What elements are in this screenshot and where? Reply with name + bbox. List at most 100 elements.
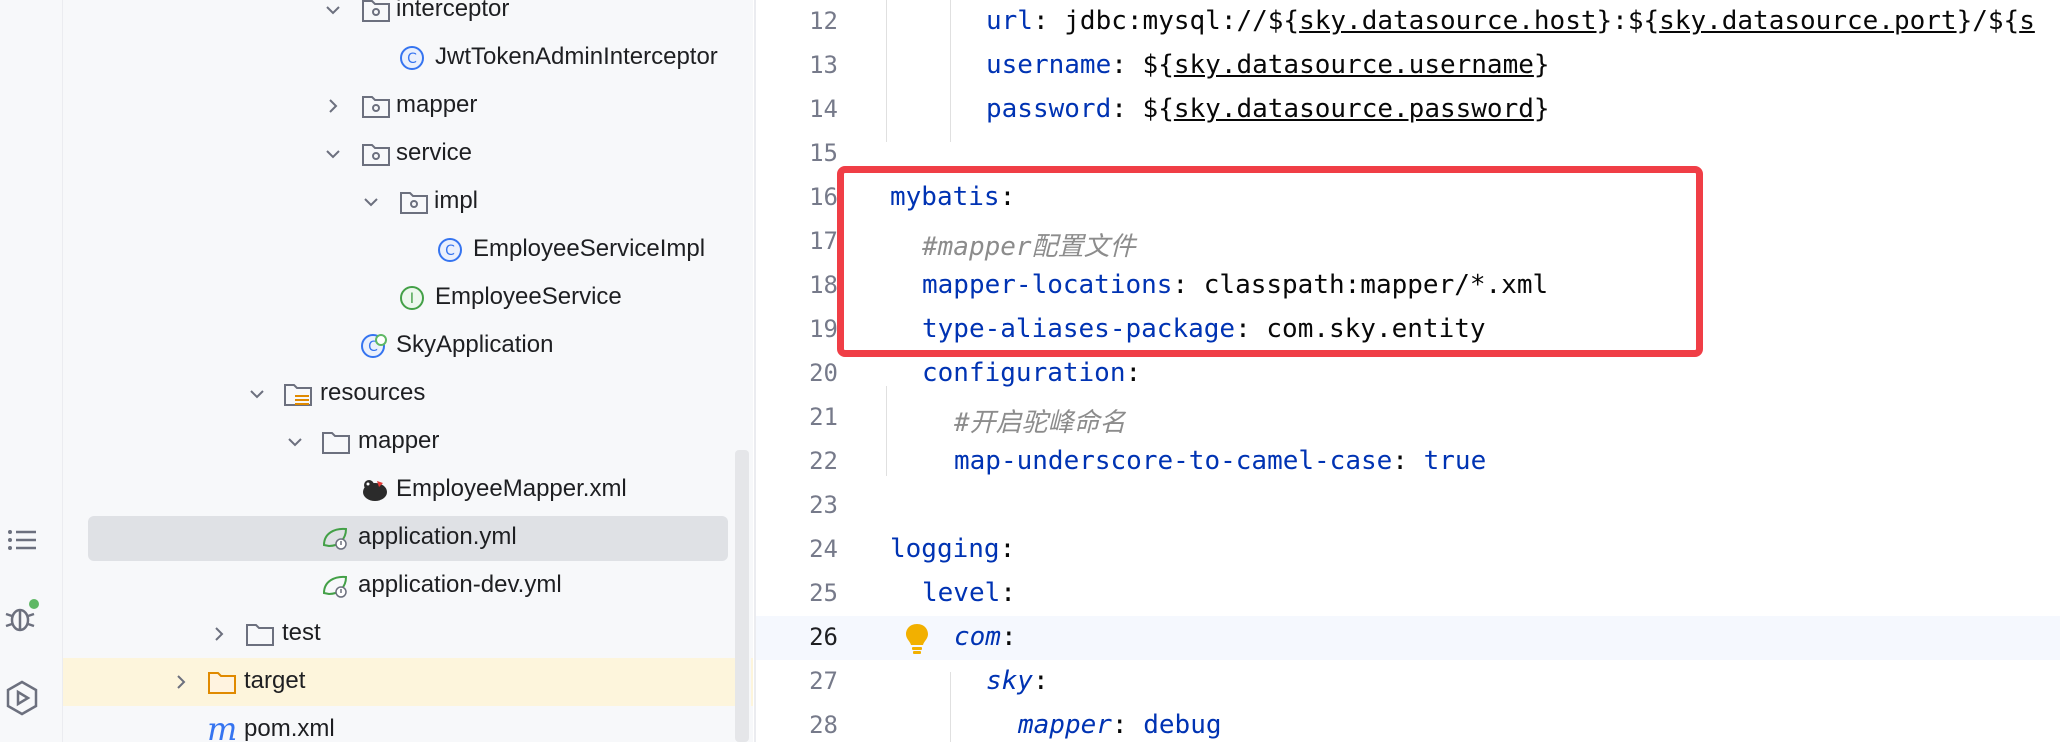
code-editor[interactable]: 12 url: jdbc:mysql://${sky.datasource.ho…: [756, 0, 2060, 742]
chevron-down-icon[interactable]: [361, 192, 381, 212]
tree-item-resources[interactable]: resources: [63, 370, 753, 418]
services-icon[interactable]: [2, 678, 42, 718]
tree-item-label: target: [244, 667, 306, 694]
yaml-key: mapper: [1018, 710, 1112, 740]
code-text: }: [1533, 94, 1550, 124]
chevron-down-icon[interactable]: [323, 0, 343, 20]
line-number: 20: [809, 359, 838, 387]
code-line-24[interactable]: 24 logging:: [756, 528, 2060, 572]
yaml-colon: :: [1111, 710, 1144, 740]
tree-item-employeeserviceimpl[interactable]: C EmployeeServiceImpl: [63, 226, 753, 274]
yaml-colon: :: [1111, 94, 1143, 124]
property-reference[interactable]: sky.datasource.port: [1659, 6, 1956, 36]
yaml-key: com: [954, 622, 1001, 652]
code-text: ${: [1142, 50, 1174, 80]
tree-item-mapper-package[interactable]: mapper: [63, 82, 753, 130]
line-number: 26: [809, 623, 838, 651]
code-line-25[interactable]: 25 level:: [756, 572, 2060, 616]
tree-item-skyapplication[interactable]: C SkyApplication: [63, 322, 753, 370]
svg-text:I: I: [410, 291, 414, 307]
yaml-colon: :: [1392, 446, 1424, 476]
tree-item-application-dev-yml[interactable]: application-dev.yml: [63, 562, 753, 610]
code-line-14[interactable]: 14 password: ${sky.datasource.password}: [756, 88, 2060, 132]
code-line-13[interactable]: 13 username: ${sky.datasource.username}: [756, 44, 2060, 88]
property-reference[interactable]: s: [2019, 6, 2035, 36]
yaml-value: debug: [1143, 710, 1222, 740]
tree-item-mapper-folder[interactable]: mapper: [63, 418, 753, 466]
yaml-colon: :: [1125, 358, 1142, 388]
spring-yml-icon: [322, 527, 348, 550]
line-number: 25: [809, 579, 838, 607]
tree-item-label: EmployeeService: [435, 283, 622, 310]
tree-item-test[interactable]: test: [63, 610, 753, 658]
code-text: jdbc:mysql://${: [1064, 6, 1300, 36]
annotation-highlight-box: [837, 166, 1703, 357]
line-number: 18: [809, 271, 838, 299]
tree-item-interceptor[interactable]: interceptor: [63, 0, 753, 34]
property-reference[interactable]: sky.datasource.password: [1174, 94, 1534, 124]
tree-item-pom-xml[interactable]: m pom.xml: [63, 706, 753, 742]
line-number: 12: [809, 7, 838, 35]
chevron-down-icon[interactable]: [285, 432, 305, 452]
chevron-right-icon[interactable]: [323, 96, 343, 116]
yaml-key: url: [986, 6, 1033, 36]
code-text: ${: [1142, 94, 1174, 124]
mybatis-bird-icon: [363, 480, 387, 501]
tree-item-target[interactable]: target: [63, 658, 753, 706]
yaml-colon: :: [1000, 578, 1016, 608]
line-number: 22: [809, 447, 838, 475]
interface-icon: I: [400, 286, 424, 310]
code-text: }/${: [1956, 6, 2020, 36]
code-text: }: [1533, 50, 1550, 80]
tree-item-label: mapper: [396, 91, 478, 118]
line-number: 16: [809, 183, 838, 211]
line-number: 28: [809, 711, 838, 739]
class-icon: C: [438, 238, 462, 262]
code-line-27[interactable]: 27 sky:: [756, 660, 2060, 704]
tree-item-label: mapper: [358, 427, 440, 454]
structure-icon[interactable]: [2, 520, 42, 560]
property-reference[interactable]: sky.datasource.username: [1174, 50, 1534, 80]
tree-item-application-yml[interactable]: application.yml: [63, 514, 753, 562]
tree-item-impl[interactable]: impl: [63, 178, 753, 226]
chevron-down-icon[interactable]: [323, 144, 343, 164]
code-line-23[interactable]: 23: [756, 484, 2060, 528]
line-number: 19: [809, 315, 838, 343]
yaml-colon: :: [1032, 6, 1065, 36]
tree-item-label: application.yml: [358, 523, 517, 550]
debug-icon[interactable]: [2, 596, 42, 636]
tree-item-employeeservice[interactable]: I EmployeeService: [63, 274, 753, 322]
tree-item-label: resources: [320, 379, 426, 406]
code-line-22[interactable]: 22 map-underscore-to-camel-case: true: [756, 440, 2060, 484]
spring-yml-icon: [322, 575, 348, 598]
yaml-colon: :: [1111, 50, 1143, 80]
code-line-12[interactable]: 12 url: jdbc:mysql://${sky.datasource.ho…: [756, 0, 2060, 44]
code-line-21[interactable]: 21 #开启驼峰命名: [756, 396, 2060, 440]
tree-item-label: impl: [434, 187, 479, 214]
resources-folder-icon: [284, 384, 312, 406]
yaml-key: logging: [890, 534, 1000, 564]
yaml-key: username: [986, 50, 1112, 80]
line-number: 27: [809, 667, 838, 695]
svg-text:C: C: [445, 243, 455, 259]
yaml-comment: #开启驼峰命名: [954, 408, 1126, 438]
spring-boot-app-icon: C: [361, 334, 387, 358]
tree-item-jwttokenadmininterceptor[interactable]: C JwtTokenAdminInterceptor: [63, 34, 753, 82]
project-scrollbar-thumb[interactable]: [735, 450, 749, 742]
chevron-right-icon[interactable]: [209, 624, 229, 644]
yaml-key: password: [986, 94, 1112, 124]
folder-icon: [246, 624, 274, 646]
chevron-down-icon[interactable]: [247, 384, 267, 404]
code-line-20[interactable]: 20 configuration:: [756, 352, 2060, 396]
yaml-key: level: [922, 578, 1001, 608]
tree-item-employeemapper-xml[interactable]: EmployeeMapper.xml: [63, 466, 753, 514]
property-reference[interactable]: sky.datasource.host: [1299, 6, 1596, 36]
tree-item-service[interactable]: service: [63, 130, 753, 178]
lightbulb-icon[interactable]: [903, 622, 931, 656]
tree-item-label: EmployeeServiceImpl: [473, 235, 706, 262]
code-line-28[interactable]: 28 mapper: debug: [756, 704, 2060, 742]
code-line-26-current[interactable]: 26 com:: [756, 616, 2060, 660]
yaml-key: configuration: [922, 358, 1126, 388]
yaml-value: true: [1423, 446, 1487, 476]
chevron-right-icon[interactable]: [171, 672, 191, 692]
